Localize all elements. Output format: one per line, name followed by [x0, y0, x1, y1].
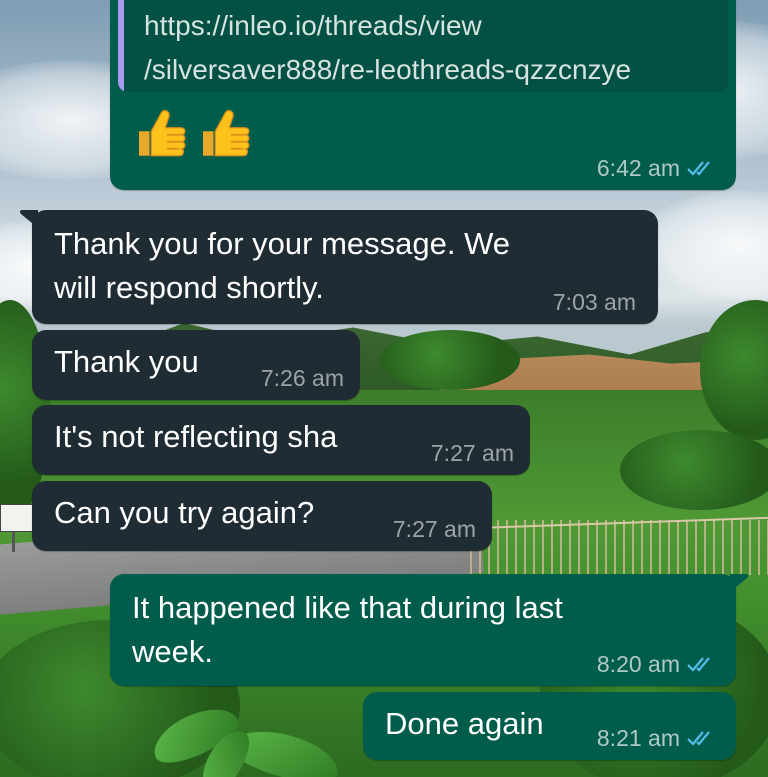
quoted-link-url[interactable]: https://inleo.io/threads/view /silversav… [144, 4, 631, 92]
read-receipt-double-check-icon [687, 161, 710, 176]
message-meta: 7:03 am [553, 288, 636, 316]
incoming-message-bubble[interactable]: It's not reflecting sha 7:27 am [32, 405, 530, 475]
outgoing-message-bubble[interactable]: Done again 8:21 am [363, 692, 736, 760]
incoming-message-bubble[interactable]: Thank you for your message. We will resp… [20, 210, 658, 324]
emoji-reactions-row [132, 104, 252, 162]
quoted-link-preview[interactable]: https://inleo.io/threads/view /silversav… [118, 0, 728, 92]
bubble-tail [730, 574, 748, 592]
quote-accent-bar [118, 0, 124, 92]
message-time: 7:26 am [260, 365, 344, 391]
message-text: Thank you for your message. We will resp… [54, 226, 511, 305]
incoming-message-bubble[interactable]: Can you try again? 7:27 am [32, 481, 492, 551]
message-meta: 6:42 am [597, 154, 714, 182]
message-meta: 7:27 am [393, 515, 476, 543]
message-meta: 7:26 am [261, 364, 344, 392]
incoming-message-bubble[interactable]: Thank you 7:26 am [32, 330, 360, 400]
message-time: 7:27 am [392, 516, 476, 542]
message-time: 7:03 am [552, 289, 636, 315]
thumbs-up-icon [139, 109, 186, 157]
read-receipt-double-check-icon [687, 657, 710, 672]
message-meta: 8:20 am [597, 650, 714, 678]
message-time: 7:27 am [430, 440, 514, 466]
thumbs-up-icon [203, 109, 250, 157]
message-time: 8:20 am [596, 651, 680, 677]
message-meta: 8:21 am [597, 724, 714, 752]
message-meta: 7:27 am [431, 439, 514, 467]
outgoing-message-bubble[interactable]: https://inleo.io/threads/view /silversav… [110, 0, 736, 190]
message-time: 6:42 am [596, 155, 680, 181]
read-receipt-double-check-icon [687, 731, 710, 746]
chat-conversation[interactable]: https://inleo.io/threads/view /silversav… [0, 0, 768, 777]
message-time: 8:21 am [596, 725, 680, 751]
outgoing-message-bubble[interactable]: It happened like that during last week. … [110, 574, 748, 686]
bubble-tail [20, 210, 38, 228]
